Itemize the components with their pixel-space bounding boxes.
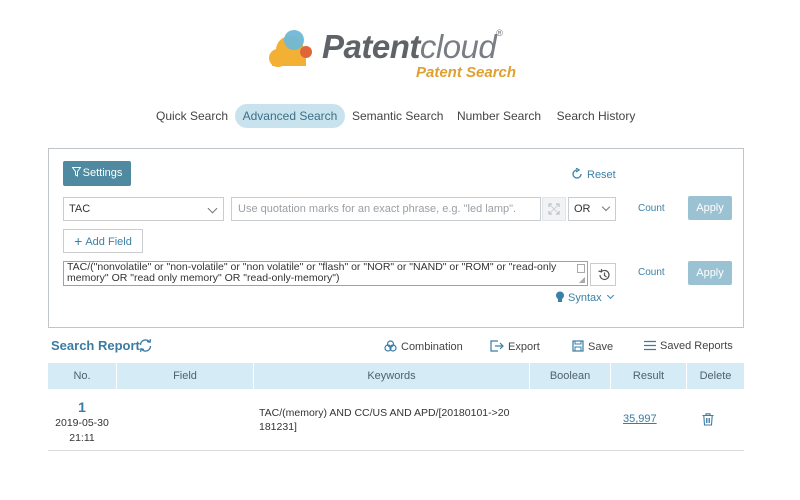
reset-icon xyxy=(572,167,582,179)
tab-search-history[interactable]: Search History xyxy=(556,104,636,128)
query-line-2: memory" OR "read only memory" OR "read-o… xyxy=(67,273,340,284)
syntax-label: Syntax xyxy=(568,292,602,304)
save-icon xyxy=(572,340,584,352)
row-keywords: TAC/(memory) AND CC/US AND APD/[20180101… xyxy=(259,406,519,434)
resize-handle-icon[interactable]: ◢ xyxy=(579,276,585,284)
table-row: 1 2019-05-30 21:11 TAC/(memory) AND CC/U… xyxy=(48,389,744,451)
search-report-title: Search Report xyxy=(51,338,140,353)
list-icon xyxy=(644,340,656,351)
column-header-no: No. xyxy=(73,370,91,382)
count-link-row-1[interactable]: Count xyxy=(638,203,665,214)
combination-label: Combination xyxy=(401,341,463,353)
query-line-1: TAC/("nonvolatile" or "non-volatile" or … xyxy=(67,262,557,273)
combination-button[interactable]: Combination xyxy=(384,340,463,353)
delete-icon[interactable] xyxy=(702,413,714,431)
tab-quick-search[interactable]: Quick Search xyxy=(154,104,230,128)
saved-reports-label: Saved Reports xyxy=(660,340,733,352)
boolean-select-value: OR xyxy=(574,203,591,215)
expand-icon[interactable] xyxy=(542,197,566,221)
export-icon xyxy=(490,340,504,352)
saved-reports-button[interactable]: Saved Reports xyxy=(644,340,733,352)
chevron-down-icon xyxy=(606,291,614,300)
scrollbar-handle[interactable] xyxy=(577,264,585,273)
logo-subtitle: Patent Search xyxy=(416,64,517,81)
add-field-label: Add Field xyxy=(85,236,132,248)
filter-icon xyxy=(71,167,82,177)
tab-number-search[interactable]: Number Search xyxy=(456,104,542,128)
reset-label: Reset xyxy=(587,169,616,181)
row-keywords-line-1: TAC/(memory) AND CC/US AND APD/[20180101… xyxy=(259,407,510,419)
count-link-row-2[interactable]: Count xyxy=(638,267,665,278)
row-number: 1 xyxy=(78,399,86,415)
history-icon xyxy=(598,268,610,281)
refresh-icon[interactable] xyxy=(138,338,153,358)
apply-button-row-2[interactable]: Apply xyxy=(688,261,732,285)
patentcloud-logo[interactable]: Patentcloud® Patent Search xyxy=(268,24,528,84)
export-button[interactable]: Export xyxy=(490,340,540,353)
apply-button-row-1[interactable]: Apply xyxy=(688,196,732,220)
tab-semantic-search[interactable]: Semantic Search xyxy=(352,104,443,128)
logo-wordmark: Patentcloud® xyxy=(322,28,503,65)
save-button[interactable]: Save xyxy=(572,340,613,353)
row-time: 21:11 xyxy=(69,432,95,444)
row-keywords-line-2: 181231] xyxy=(259,421,297,433)
add-field-button[interactable]: + Add Field xyxy=(63,229,143,253)
column-header-result: Result xyxy=(632,370,665,382)
reset-button[interactable]: Reset xyxy=(571,167,616,181)
field-select-value: TAC xyxy=(69,203,91,215)
report-table-header: No. Field Keywords Boolean Result Delete xyxy=(48,363,744,389)
field-select[interactable]: TAC xyxy=(63,197,224,221)
chevron-down-icon xyxy=(207,203,218,214)
column-header-boolean: Boolean xyxy=(549,370,591,382)
cloud-logo-icon xyxy=(269,30,312,67)
search-type-nav: Quick Search Advanced Search Semantic Se… xyxy=(0,104,800,128)
query-textarea[interactable]: TAC/("nonvolatile" or "non-volatile" or … xyxy=(63,261,588,286)
keyword-input[interactable]: Use quotation marks for an exact phrase,… xyxy=(231,197,541,221)
column-header-delete: Delete xyxy=(699,370,732,382)
tab-advanced-search[interactable]: Advanced Search xyxy=(235,104,345,128)
syntax-dropdown[interactable]: Syntax xyxy=(555,291,614,304)
settings-label: Settings xyxy=(82,167,123,179)
advanced-search-panel: Settings Reset TAC Use quotation marks f… xyxy=(48,148,744,328)
boolean-select[interactable]: OR xyxy=(568,197,616,221)
chevron-down-icon xyxy=(601,202,611,212)
settings-button[interactable]: Settings xyxy=(63,161,131,186)
column-header-keywords: Keywords xyxy=(367,370,416,382)
combination-icon xyxy=(384,340,397,352)
row-date: 2019-05-30 xyxy=(55,417,109,429)
column-header-field: Field xyxy=(173,370,197,382)
lightbulb-icon xyxy=(556,291,564,302)
plus-icon: + xyxy=(74,233,83,249)
row-result-link[interactable]: 35,997 xyxy=(623,413,657,425)
query-history-button[interactable] xyxy=(590,263,616,286)
export-label: Export xyxy=(508,341,540,353)
save-label: Save xyxy=(588,341,614,353)
